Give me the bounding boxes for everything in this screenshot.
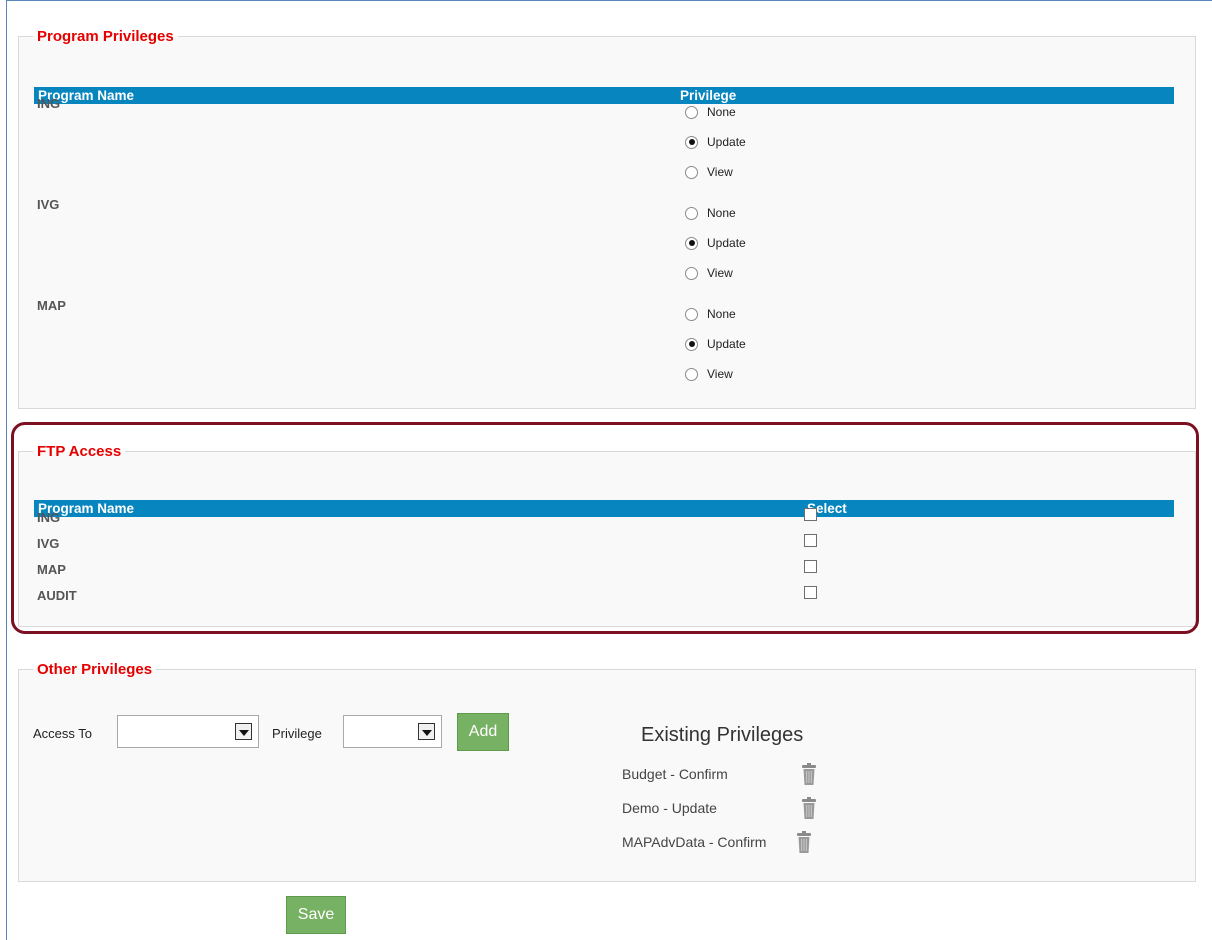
trash-icon[interactable]	[802, 763, 816, 785]
privilege-label: Privilege	[272, 726, 322, 741]
privilege-option-label: View	[707, 266, 733, 280]
save-button[interactable]: Save	[286, 896, 346, 934]
radio-button[interactable]	[685, 266, 698, 280]
privilege-select[interactable]	[343, 715, 442, 748]
privilege-option-none[interactable]: None	[685, 305, 736, 323]
ftp-program-name: ING	[37, 510, 61, 525]
privilege-option-label: View	[707, 367, 733, 381]
privilege-option-label: None	[707, 307, 736, 321]
existing-privilege-item: Demo - Update	[622, 800, 717, 816]
ftp-program-name: IVG	[37, 536, 60, 551]
radio-button[interactable]	[685, 236, 698, 250]
privilege-option-update[interactable]: Update	[685, 133, 746, 151]
ftp-access-header: Program Name Select	[34, 500, 1174, 517]
program-name: MAP	[37, 298, 66, 313]
radio-button[interactable]	[685, 135, 698, 149]
trash-icon[interactable]	[797, 831, 811, 853]
privilege-option-label: Update	[707, 236, 746, 250]
privilege-option-update[interactable]: Update	[685, 234, 746, 252]
radio-button[interactable]	[685, 206, 698, 220]
privilege-option-update[interactable]: Update	[685, 335, 746, 353]
privilege-option-label: None	[707, 206, 736, 220]
ftp-access-legend: FTP Access	[37, 443, 122, 460]
trash-icon[interactable]	[802, 797, 816, 819]
privilege-option-none[interactable]: None	[685, 204, 736, 222]
access-to-select[interactable]	[117, 715, 259, 748]
radio-button[interactable]	[685, 105, 698, 119]
privilege-option-view[interactable]: View	[685, 264, 733, 282]
ftp-select-checkbox[interactable]	[804, 560, 817, 573]
access-to-label: Access To	[33, 726, 93, 741]
ftp-select-checkbox[interactable]	[804, 586, 817, 599]
program-name: IVG	[37, 197, 60, 212]
existing-privilege-item: Budget - Confirm	[622, 766, 728, 782]
privilege-option-label: View	[707, 165, 733, 179]
privilege-option-label: Update	[707, 135, 746, 149]
radio-button[interactable]	[685, 307, 698, 321]
privilege-option-view[interactable]: View	[685, 365, 733, 383]
program-privileges-legend: Program Privileges	[37, 28, 174, 45]
privilege-option-label: Update	[707, 337, 746, 351]
chevron-down-icon[interactable]	[235, 723, 252, 740]
chevron-down-icon[interactable]	[418, 723, 435, 740]
ftp-program-name: AUDIT	[37, 588, 77, 603]
ftp-select-checkbox[interactable]	[804, 508, 817, 521]
program-privileges-section: Program Privileges Program Name Privileg…	[18, 28, 1196, 409]
radio-button[interactable]	[685, 165, 698, 179]
window-left-border	[6, 0, 7, 940]
privilege-option-view[interactable]: View	[685, 163, 733, 181]
program-privileges-header: Program Name Privilege	[34, 87, 1174, 104]
existing-privilege-item: MAPAdvData - Confirm	[622, 834, 767, 850]
other-privileges-section: Other Privileges	[18, 661, 1196, 882]
add-button[interactable]: Add	[457, 713, 509, 751]
privilege-option-label: None	[707, 105, 736, 119]
privilege-option-none[interactable]: None	[685, 103, 736, 121]
ftp-program-name: MAP	[37, 562, 66, 577]
program-name: ING	[37, 96, 61, 111]
ftp-select-checkbox[interactable]	[804, 534, 817, 547]
ftp-access-section: FTP Access Program Name Select	[18, 443, 1196, 627]
other-privileges-legend: Other Privileges	[37, 661, 153, 678]
window-top-border	[6, 0, 1212, 1]
existing-privileges-title: Existing Privileges	[641, 724, 804, 746]
radio-button[interactable]	[685, 337, 698, 351]
radio-button[interactable]	[685, 367, 698, 381]
col-privilege: Privilege	[680, 88, 737, 103]
